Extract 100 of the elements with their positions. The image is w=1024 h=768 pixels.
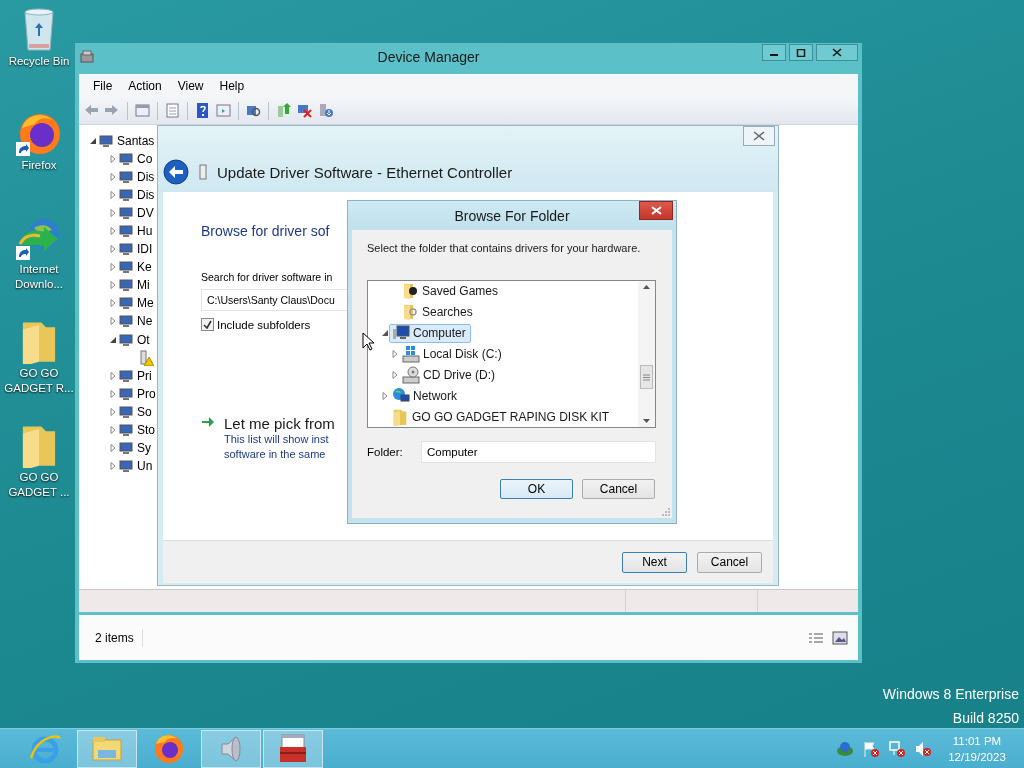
desktop-icon-label[interactable]: GO GO GADGET ... (2, 470, 76, 500)
tree-item-label[interactable]: Hu (137, 224, 153, 239)
flag-error-icon[interactable] (862, 740, 880, 757)
list-icon[interactable] (164, 102, 181, 119)
collapse-triangle-icon[interactable] (109, 335, 117, 344)
expand-triangle-icon[interactable] (109, 173, 117, 182)
maximize-icon (796, 48, 806, 57)
close-button[interactable] (816, 44, 858, 61)
details-view-icon[interactable] (808, 630, 824, 645)
device-icon (118, 403, 134, 420)
resize-grip-icon (662, 508, 670, 516)
folder-tree-item[interactable]: CD Drive (D:) (399, 365, 500, 385)
menu-item[interactable]: Help (211, 78, 253, 93)
collapse-triangle-icon[interactable] (381, 329, 389, 338)
scroll-down-icon[interactable] (643, 419, 650, 423)
expand-triangle-icon[interactable] (109, 371, 117, 380)
tree-item-label[interactable]: Dis (137, 170, 155, 185)
folder-field[interactable]: Computer (421, 441, 656, 463)
expand-triangle-icon[interactable] (391, 350, 399, 358)
network-error-icon[interactable] (888, 740, 906, 757)
expand-triangle-icon[interactable] (109, 425, 117, 434)
folder-icon (401, 282, 419, 301)
checkbox-label: Include subfolders (217, 318, 311, 331)
menu-item[interactable]: View (169, 78, 212, 93)
cancel-button[interactable]: Cancel (697, 551, 762, 573)
tree-item-label[interactable]: Me (137, 296, 154, 311)
device-icon (118, 367, 134, 384)
close-button[interactable] (639, 201, 673, 220)
cancel-button[interactable]: Cancel (582, 479, 655, 499)
tree-item-label[interactable]: Ke (137, 260, 152, 275)
expand-triangle-icon[interactable] (109, 155, 117, 164)
tree-item-label[interactable]: Pri (137, 368, 152, 383)
close-icon (650, 206, 662, 215)
folder-tree-item[interactable]: Saved Games (398, 281, 504, 301)
tree-item-label[interactable]: Santas (117, 134, 155, 148)
folder-tree-item[interactable]: Searches (398, 302, 478, 322)
folder-tree-item[interactable]: Computer (389, 323, 471, 343)
expand-triangle-icon[interactable] (109, 227, 117, 236)
tree-item-label[interactable]: DV (137, 206, 154, 221)
expand-triangle-icon[interactable] (381, 391, 389, 400)
next-button[interactable]: Next (622, 551, 687, 573)
close-icon (832, 48, 842, 57)
back-button-icon[interactable] (163, 159, 189, 185)
instruction-text: Select the folder that contains drivers for your hardware. (367, 242, 642, 254)
help-icon[interactable] (194, 102, 211, 119)
speaker-muted-icon[interactable] (914, 740, 932, 757)
device-manager-icon (79, 48, 95, 65)
maximize-button[interactable] (789, 44, 813, 61)
update-driver-icon[interactable] (275, 102, 292, 119)
scrollbar-thumb[interactable] (640, 365, 653, 389)
close-button[interactable] (743, 126, 775, 146)
expand-triangle-icon[interactable] (109, 209, 117, 218)
scroll-up-icon[interactable] (643, 285, 650, 289)
expand-triangle-icon[interactable] (109, 443, 117, 452)
tree-item-label[interactable]: Pro (137, 386, 156, 401)
expand-triangle-icon[interactable] (109, 281, 117, 290)
minimize-button[interactable] (762, 44, 786, 61)
device-icon (118, 169, 134, 186)
menu-item[interactable]: Action (120, 78, 170, 93)
arrow-icon (201, 415, 215, 429)
tree-item-label[interactable]: Dis (137, 188, 155, 203)
option-link[interactable]: Let me pick from (224, 415, 335, 432)
folder-tree-item[interactable]: Local Disk (C:) (399, 344, 507, 364)
tree-item-label[interactable]: Sy (137, 440, 151, 455)
network-globe-icon[interactable] (836, 740, 854, 757)
expand-triangle-icon[interactable] (109, 461, 117, 470)
device-icon (118, 421, 134, 438)
tree-item-label[interactable]: Sto (137, 422, 155, 437)
tree-item-label[interactable]: Co (137, 152, 153, 167)
expand-triangle-icon[interactable] (109, 263, 117, 272)
collapse-triangle-icon[interactable] (89, 137, 97, 145)
folder-tree-item[interactable]: GO GO GADGET RAPING DISK KIT (388, 407, 615, 427)
tree-item-label[interactable]: Mi (137, 278, 150, 293)
ok-button[interactable]: OK (500, 479, 573, 499)
expand-triangle-icon[interactable] (109, 191, 117, 200)
tree-item-label[interactable]: So (137, 404, 152, 419)
desktop-icon-label[interactable]: Internet Downlo... (2, 262, 76, 292)
desktop-icon-label[interactable]: Firefox (2, 158, 76, 173)
field-label: Folder: (367, 446, 404, 458)
option-description: This list will show inst software in the same (224, 432, 330, 462)
taskbar-button[interactable] (263, 729, 323, 768)
expand-triangle-icon[interactable] (391, 370, 399, 379)
large-icons-view-icon[interactable] (832, 630, 848, 645)
checkbox[interactable] (201, 318, 214, 331)
expand-triangle-icon[interactable] (109, 389, 117, 398)
desktop-icon-label[interactable]: GO GO GADGET R... (2, 366, 76, 396)
disable-device-icon[interactable] (296, 102, 313, 119)
expand-triangle-icon[interactable] (109, 407, 117, 416)
tree-item-label[interactable]: IDI (137, 242, 153, 257)
window-icon[interactable] (134, 102, 151, 119)
path-field[interactable]: C:\Users\Santy Claus\Docu (201, 289, 348, 311)
drive-icon (402, 345, 420, 363)
expand-triangle-icon[interactable] (109, 245, 117, 254)
tree-item-label[interactable]: Ne (137, 314, 153, 329)
tree-item-label[interactable]: Un (137, 458, 153, 473)
menu-item[interactable]: File (85, 78, 121, 93)
expand-triangle-icon[interactable] (109, 317, 117, 326)
folder-tree-item[interactable]: Network (389, 386, 462, 406)
expand-triangle-icon[interactable] (109, 299, 117, 308)
tree-item-label[interactable]: Ot (137, 332, 150, 347)
